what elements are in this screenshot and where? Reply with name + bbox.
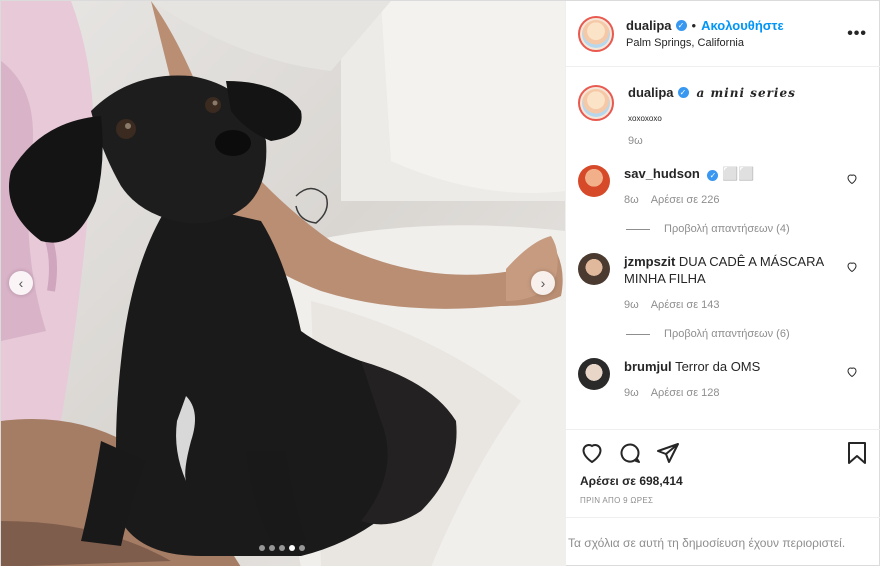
avatar[interactable] [578, 85, 614, 121]
comment-meta: 9ω Αρέσει σε 143 [624, 297, 854, 314]
comment-username[interactable]: jzmpszit [624, 254, 675, 269]
instagram-post-modal: ‹ › dualipa ✓ • Ακολουθήστε Palm Springs… [0, 0, 880, 566]
heart-icon[interactable] [580, 441, 604, 465]
chevron-right-icon: › [540, 275, 546, 291]
carousel-indicator [259, 545, 305, 551]
comment-likes[interactable]: Αρέσει σε 143 [651, 299, 720, 311]
chevron-left-icon: ‹ [18, 275, 24, 291]
view-replies-button[interactable]: Προβολή απαντήσεων (6) [626, 328, 870, 340]
header-row: dualipa ✓ • Ακολουθήστε [626, 18, 784, 33]
comment-meta: 8ω Αρέσει σε 226 [624, 192, 854, 209]
verified-badge-icon: ✓ [675, 20, 687, 31]
comments-list[interactable]: dualipa ✓ a mini series xoxoxoxo 9ω sav_… [566, 67, 880, 429]
carousel-next-button[interactable]: › [531, 271, 555, 295]
comment: brumjul Terror da OMS 9ω Αρέσει σε 128 [578, 358, 870, 402]
verified-badge-icon: ✓ [677, 87, 689, 98]
more-horizontal-icon[interactable]: ••• [847, 25, 867, 43]
location-link[interactable]: Palm Springs, California [626, 37, 784, 49]
carousel-prev-button[interactable]: ‹ [9, 271, 33, 295]
separator-dot: • [691, 18, 697, 33]
replies-line [626, 228, 650, 230]
replies-label: Προβολή απαντήσεων (4) [664, 223, 790, 235]
comment-username[interactable]: sav_hudson [624, 166, 700, 181]
follow-button[interactable]: Ακολουθήστε [701, 18, 784, 33]
username-link[interactable]: dualipa [626, 18, 672, 33]
comment-text: Terror da OMS [675, 359, 761, 374]
comment-likes[interactable]: Αρέσει σε 226 [651, 194, 720, 206]
avatar[interactable] [578, 15, 614, 52]
comment-icon[interactable] [618, 441, 642, 465]
comment-avatar[interactable] [578, 253, 610, 285]
caption-text: a mini series [696, 85, 796, 100]
comment-likes[interactable]: Αρέσει σε 128 [651, 387, 720, 399]
carousel-dot [299, 545, 305, 551]
replies-label: Προβολή απαντήσεων (6) [664, 328, 790, 340]
comment: jzmpszit DUA CADÊ A MÁSCARA MINHA FILHA … [578, 253, 870, 314]
share-icon[interactable] [656, 441, 680, 465]
comment: sav_hudson ✓ ⬜⬜ 8ω Αρέσει σε 226 [578, 165, 870, 209]
view-replies-button[interactable]: Προβολή απαντήσεων (4) [626, 223, 870, 235]
replies-line [626, 333, 650, 335]
comment-avatar[interactable] [578, 358, 610, 390]
comment-time[interactable]: 9ω [624, 387, 639, 399]
comment-meta: 9ω Αρέσει σε 128 [624, 385, 854, 402]
avatar-image [582, 89, 610, 117]
bookmark-icon[interactable] [846, 441, 868, 465]
caption: dualipa ✓ a mini series xoxoxoxo 9ω [578, 67, 870, 147]
comment-username[interactable]: brumjul [624, 359, 672, 374]
comment-text: ⬜⬜ [722, 166, 755, 181]
post-photo: ‹ › [1, 1, 565, 566]
caption-body: dualipa ✓ a mini series xoxoxoxo 9ω [628, 85, 796, 147]
caption-line: dualipa ✓ a mini series [628, 85, 796, 100]
header-text: dualipa ✓ • Ακολουθήστε Palm Springs, Ca… [626, 18, 784, 49]
post-side-panel: dualipa ✓ • Ακολουθήστε Palm Springs, Ca… [565, 1, 880, 566]
verified-badge-icon: ✓ [707, 170, 719, 181]
heart-icon[interactable] [846, 261, 858, 273]
caption-subtext: xoxoxoxo [628, 114, 662, 123]
action-icons [580, 440, 868, 466]
comment-body: brumjul Terror da OMS 9ω Αρέσει σε 128 [624, 358, 854, 402]
comment-body: jzmpszit DUA CADÊ A MÁSCARA MINHA FILHA … [624, 253, 854, 314]
carousel-dot [279, 545, 285, 551]
comment-time[interactable]: 9ω [624, 299, 639, 311]
caption-username[interactable]: dualipa [628, 85, 674, 100]
heart-icon[interactable] [846, 173, 858, 185]
post-actions: Αρέσει σε 698,414 ΠΡΙΝ ΑΠΟ 9 ΩΡΕΣ [566, 429, 880, 517]
comment-body: sav_hudson ✓ ⬜⬜ 8ω Αρέσει σε 226 [624, 165, 854, 209]
likes-count[interactable]: Αρέσει σε 698,414 [580, 474, 868, 488]
post-header: dualipa ✓ • Ακολουθήστε Palm Springs, Ca… [566, 1, 880, 67]
caption-time[interactable]: 9ω [628, 135, 796, 147]
post-timestamp[interactable]: ΠΡΙΝ ΑΠΟ 9 ΩΡΕΣ [580, 496, 868, 505]
avatar-image [582, 19, 610, 48]
comment-time[interactable]: 8ω [624, 194, 639, 206]
carousel-dot [269, 545, 275, 551]
dog-photo-illustration [1, 1, 565, 566]
comment-avatar[interactable] [578, 165, 610, 197]
comments-restricted-notice: Τα σχόλια σε αυτή τη δημοσίευση έχουν πε… [566, 517, 880, 566]
heart-icon[interactable] [846, 366, 858, 378]
carousel-dot-active [289, 545, 295, 551]
carousel-dot [259, 545, 265, 551]
